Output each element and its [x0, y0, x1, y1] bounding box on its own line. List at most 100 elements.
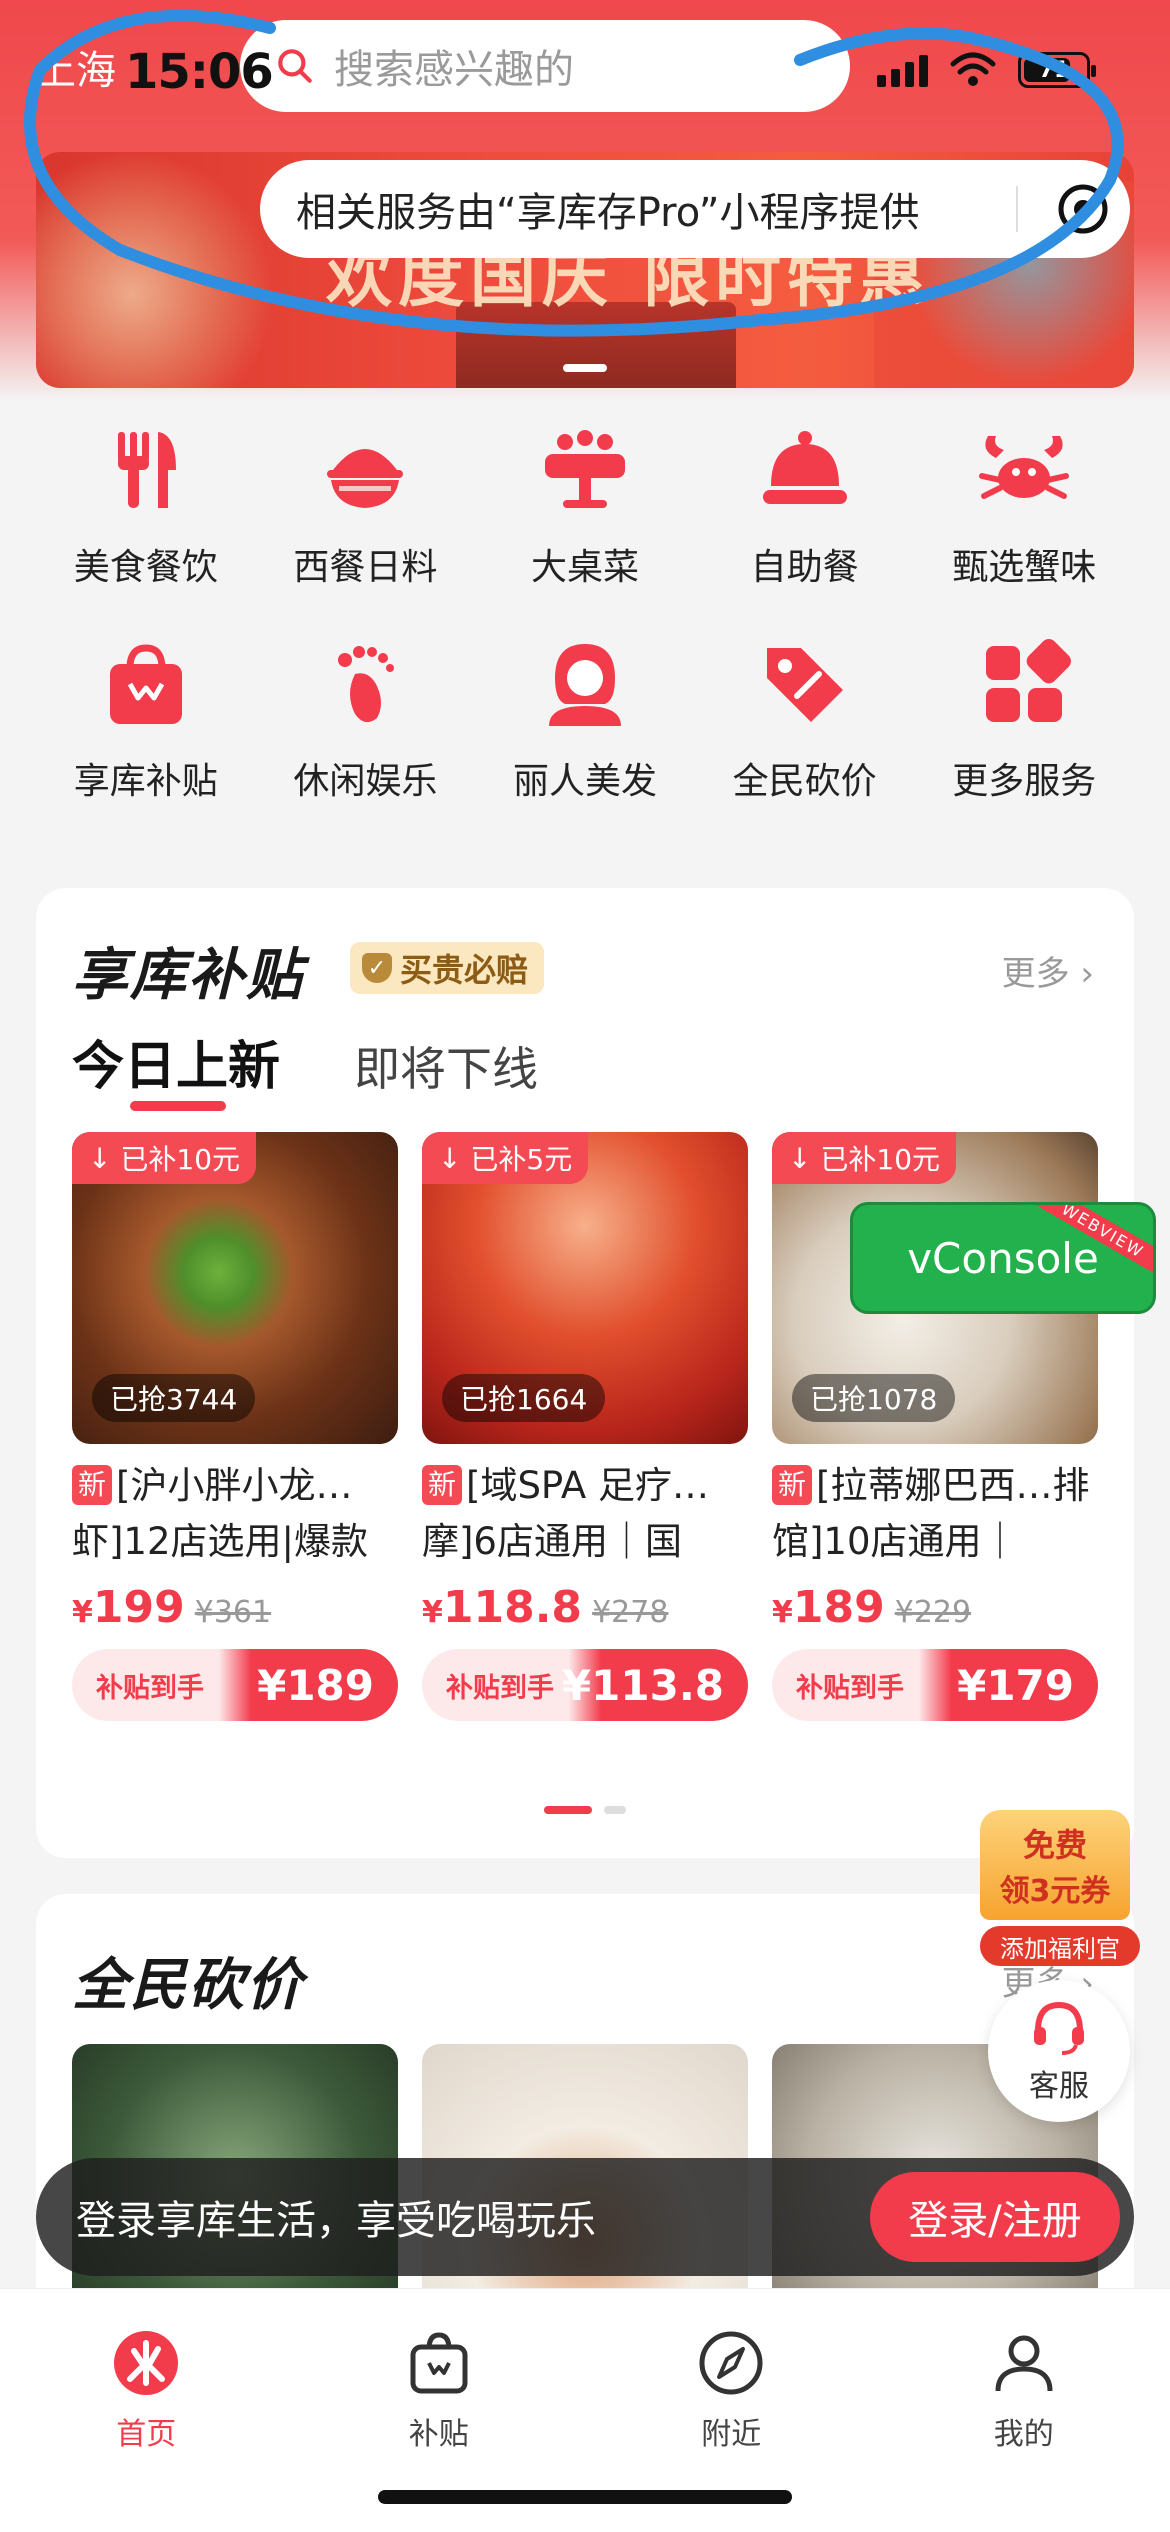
subsidy-buy-button[interactable]: 补贴到手 ¥189	[72, 1649, 398, 1721]
coupon-box: 免费 领3元券	[980, 1810, 1130, 1920]
login-register-button[interactable]: 登录/注册	[870, 2172, 1120, 2262]
search-icon	[278, 49, 312, 83]
coupon-widget[interactable]: 免费 领3元券 添加福利官	[980, 1810, 1140, 1966]
subsidy-buy-button[interactable]: 补贴到手 ¥113.8	[422, 1649, 748, 1721]
product-image: ↓ 已补10元 已抢3744	[72, 1132, 398, 1444]
search-placeholder: 搜索感兴趣的	[334, 47, 574, 93]
tab-home[interactable]: 首页	[46, 2327, 246, 2453]
record-target-icon[interactable]	[1056, 182, 1110, 236]
customer-service-button[interactable]: 客服	[988, 1980, 1130, 2122]
person-icon	[995, 2335, 1053, 2392]
subsidy-button-label: 补贴到手	[796, 1672, 904, 1704]
category-buffet[interactable]: 自助餐	[695, 420, 915, 590]
category-bargain[interactable]: 全民砍价	[695, 634, 915, 804]
miniprogram-notice[interactable]: 相关服务由“享库存Pro”小程序提供	[260, 160, 1130, 258]
banner-decoration	[36, 152, 276, 388]
home-logo-icon	[114, 2331, 179, 2395]
category-label: 更多服务	[952, 761, 1097, 802]
guarantee-text: 买贵必赔	[400, 951, 529, 989]
home-indicator[interactable]	[378, 2490, 792, 2504]
coupon-line1: 免费	[1022, 1826, 1087, 1864]
chevron-right-icon: ›	[1080, 954, 1094, 994]
category-banquet[interactable]: 大桌菜	[475, 420, 695, 590]
miniprogram-notice-text: 相关服务由“享库存Pro”小程序提供	[296, 190, 920, 236]
price-line: ¥118.8 ¥278	[422, 1582, 748, 1633]
category-beauty[interactable]: 丽人美发	[475, 634, 695, 804]
product-image: ↓ 已补5元 已抢1664	[422, 1132, 748, 1444]
current-price: ¥118.8	[422, 1582, 583, 1633]
new-badge: 新	[422, 1465, 463, 1505]
category-crab[interactable]: 甄选蟹味	[914, 420, 1134, 590]
vconsole-button[interactable]: vConsole WEBVIEW	[850, 1202, 1156, 1314]
status-icons: 71	[877, 52, 1096, 88]
login-prompt-bar: 登录享库生活，享受吃喝玩乐 登录/注册	[36, 2158, 1134, 2276]
subsidy-buy-button[interactable]: 补贴到手 ¥179	[772, 1649, 1098, 1721]
more-link[interactable]: 更多 ›	[1002, 946, 1094, 995]
wifi-icon	[950, 52, 996, 86]
category-label: 丽人美发	[512, 761, 657, 802]
login-prompt-text: 登录享库生活，享受吃喝玩乐	[76, 2198, 596, 2244]
fork-knife-icon	[117, 432, 176, 508]
tab-new-today[interactable]: 今日上新	[72, 1024, 280, 1111]
pager-dot-active	[544, 1806, 592, 1814]
carousel-pager	[544, 1806, 626, 1814]
tab-nearby[interactable]: 附近	[631, 2327, 831, 2453]
tab-expiring[interactable]: 即将下线	[354, 1033, 538, 1099]
footprint-icon	[338, 646, 395, 723]
category-food[interactable]: 美食餐饮	[36, 420, 256, 590]
subsidy-tag: ↓ 已补10元	[772, 1132, 957, 1184]
tab-label: 附近	[701, 2417, 762, 2452]
price-line: ¥189 ¥229	[772, 1582, 1098, 1633]
woman-hair-icon	[548, 644, 621, 726]
tab-label: 首页	[116, 2417, 177, 2452]
city-selector[interactable]: 上海	[36, 38, 116, 96]
category-leisure[interactable]: 休闲娱乐	[256, 634, 476, 804]
shopping-bag-icon	[109, 644, 182, 724]
tab-mine[interactable]: 我的	[924, 2327, 1124, 2453]
final-price: ¥179	[957, 1660, 1074, 1710]
add-welfare-officer-button[interactable]: 添加福利官	[980, 1926, 1140, 1966]
product-name: 新 [域SPA 足疗…摩]6店通用｜国	[422, 1464, 709, 1563]
product-card[interactable]: ↓ 已补10元 已抢3744 新 [沪小胖小龙…虾]12店选用|爆款 ¥199 ¥…	[72, 1132, 398, 1721]
current-price: ¥199	[72, 1582, 185, 1633]
shield-check-icon: ✓	[362, 953, 392, 983]
headset-icon	[1034, 2001, 1084, 2055]
status-time: 15:06	[125, 44, 274, 100]
product-name: 新 [沪小胖小龙…虾]12店选用|爆款	[72, 1464, 368, 1563]
compass-icon	[699, 2331, 763, 2395]
food-cloche-icon	[762, 431, 847, 504]
category-western-japanese[interactable]: 西餐日料	[256, 420, 476, 590]
more-label: 更多	[1001, 954, 1070, 994]
final-price: ¥189	[257, 1660, 374, 1710]
category-grid: 美食餐饮 西餐日料 大桌菜 自助餐 甄选蟹味 享库补贴 休闲娱乐 丽人美发 全民…	[36, 420, 1134, 804]
search-bar[interactable]: 搜索感兴趣的	[240, 20, 850, 112]
bag-icon	[410, 2332, 468, 2394]
category-label: 美食餐饮	[73, 547, 218, 588]
new-badge: 新	[72, 1465, 113, 1505]
price-tag-icon	[766, 648, 843, 722]
section-title: 享库补贴	[72, 943, 304, 1008]
customer-service-label: 客服	[1029, 2069, 1089, 2104]
category-label: 享库补贴	[73, 761, 218, 802]
subsidy-tag: ↓ 已补10元	[72, 1132, 257, 1184]
battery-icon: 71	[1018, 52, 1096, 88]
new-badge: 新	[772, 1465, 813, 1505]
coupon-line2: 领3元券	[999, 1874, 1111, 1909]
cellular-signal-icon	[877, 53, 928, 87]
category-label: 西餐日料	[293, 547, 438, 588]
category-more[interactable]: 更多服务	[914, 634, 1134, 804]
tab-subsidy[interactable]: 补贴	[339, 2327, 539, 2453]
category-label: 全民砍价	[732, 761, 877, 802]
crab-icon	[979, 436, 1070, 499]
category-label: 休闲娱乐	[293, 761, 438, 802]
rice-bowl-icon	[327, 449, 404, 508]
grabbed-count: 已抢1078	[792, 1374, 956, 1422]
subsidy-button-label: 补贴到手	[96, 1672, 204, 1704]
category-label: 甄选蟹味	[952, 547, 1097, 588]
subsidy-button-label: 补贴到手	[446, 1672, 554, 1704]
grabbed-count: 已抢1664	[442, 1374, 606, 1422]
pager-dot	[604, 1806, 626, 1814]
category-subsidy[interactable]: 享库补贴	[36, 634, 256, 804]
product-card[interactable]: ↓ 已补5元 已抢1664 新 [域SPA 足疗…摩]6店通用｜国 ¥118.8 …	[422, 1132, 748, 1721]
tab-label: 补贴	[408, 2417, 469, 2452]
